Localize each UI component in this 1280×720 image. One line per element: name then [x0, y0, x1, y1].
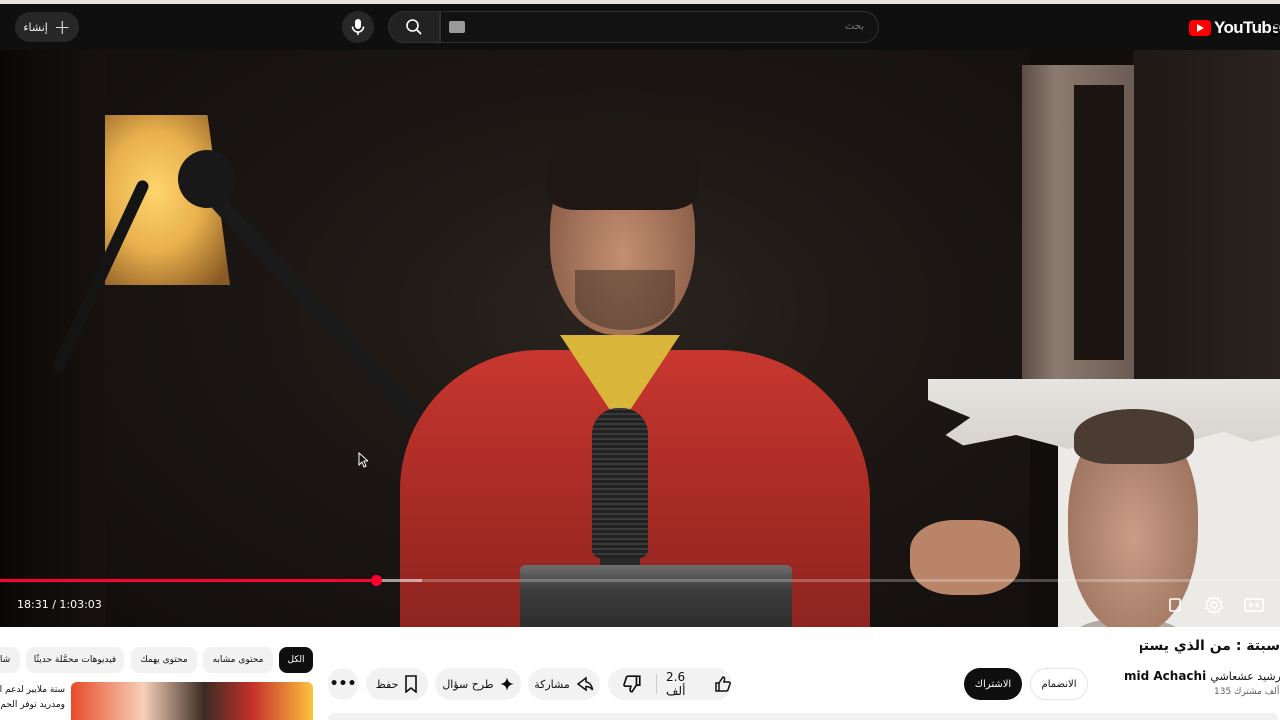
search-button[interactable]	[388, 11, 440, 43]
ask-button[interactable]: طرح سؤال	[435, 668, 521, 700]
recommendation-thumbnail[interactable]	[71, 682, 313, 720]
search-placeholder: بحث	[844, 21, 864, 32]
save-label: حفظ	[375, 677, 399, 691]
subscriber-count: 135 ألف مشترك	[1214, 687, 1280, 697]
subscribe-button[interactable]: الاشتراك	[964, 668, 1022, 700]
share-button[interactable]: مشاركة	[528, 668, 600, 700]
settings-button[interactable]	[1203, 594, 1225, 616]
country-code: BR	[1270, 21, 1280, 40]
like-dislike-group: 2.6 ألف	[608, 668, 732, 700]
video-microphone	[592, 408, 648, 558]
thumbs-down-icon	[623, 675, 641, 693]
video-shelf	[1022, 65, 1134, 395]
plus-icon: +	[53, 15, 71, 39]
mic-arm-joint	[178, 150, 236, 208]
masthead: إنشاء + بحث YouTube BR	[0, 4, 1280, 50]
mouse-cursor-icon	[358, 452, 368, 468]
sparkle-icon	[499, 677, 514, 691]
search-input[interactable]: بحث	[440, 11, 879, 43]
description-box[interactable]	[328, 713, 1278, 720]
recommendation-title-line1: ستة ملايير لدعم الأ	[0, 685, 65, 695]
create-button[interactable]: إنشاء +	[15, 12, 79, 42]
voice-search-button[interactable]	[342, 11, 374, 43]
like-button[interactable]: 2.6 ألف	[666, 668, 732, 700]
more-horizontal-icon: •••	[329, 676, 357, 692]
video-laptop	[520, 565, 792, 627]
time-display: 18:31 / 1:03:03	[17, 598, 102, 611]
recommendation-title-line2: ومدريد توفر الحم	[0, 700, 65, 710]
theater-mode-button[interactable]	[1243, 594, 1265, 616]
ask-label: طرح سؤال	[442, 677, 494, 691]
chip-related[interactable]: محتوى مشابه	[203, 647, 273, 673]
gear-icon	[1204, 595, 1224, 615]
video-background-left	[0, 50, 110, 627]
search-icon	[406, 19, 422, 35]
progress-played	[0, 579, 376, 582]
more-actions-button[interactable]: •••	[328, 668, 358, 700]
subtitles-icon	[1169, 598, 1181, 612]
channel-name[interactable]: mid Achachi رشيد عشعاشي -	[1124, 669, 1280, 683]
theater-mode-icon	[1244, 598, 1264, 612]
like-count: 2.6 ألف	[666, 670, 686, 698]
thumbs-up-icon	[715, 676, 731, 692]
chip-for-you[interactable]: محتوى يهمك	[131, 647, 197, 673]
video-title: سبتة : من الذي يستهدف	[1140, 638, 1280, 654]
create-label: إنشاء	[23, 20, 48, 34]
youtube-logo[interactable]: YouTube	[1189, 18, 1280, 38]
chip-partial[interactable]: شا	[0, 647, 20, 673]
video-player[interactable]: 18:31 / 1:03:03	[0, 50, 1280, 627]
join-button[interactable]: الانضمام	[1030, 668, 1088, 700]
like-separator	[656, 674, 657, 694]
webcam-overlay	[928, 379, 1280, 627]
chip-recently-uploaded[interactable]: فيديوهات محمَّلة حديثًا	[26, 647, 124, 673]
channel-name-latin: mid Achachi	[1124, 669, 1207, 683]
save-button[interactable]: حفظ	[366, 668, 428, 700]
channel-name-arabic: رشيد عشعاشي -	[1210, 670, 1280, 683]
subtitles-button[interactable]	[1168, 594, 1182, 616]
chip-all[interactable]: الكل	[279, 647, 313, 673]
watch-metadata: سبتة : من الذي يستهدف mid Achachi رشيد ع…	[0, 627, 1280, 720]
recommendation-title[interactable]: ستة ملايير لدعم الأ ومدريد توفر الحم	[0, 683, 65, 713]
progress-scrubber[interactable]	[370, 575, 382, 586]
youtube-play-icon	[1189, 20, 1211, 36]
microphone-icon	[351, 19, 365, 35]
keyboard-icon[interactable]	[449, 21, 465, 33]
share-label: مشاركة	[534, 677, 570, 691]
bookmark-icon	[405, 675, 418, 693]
share-icon	[576, 676, 593, 692]
progress-bar[interactable]	[0, 575, 1280, 586]
dislike-button[interactable]	[622, 674, 642, 698]
